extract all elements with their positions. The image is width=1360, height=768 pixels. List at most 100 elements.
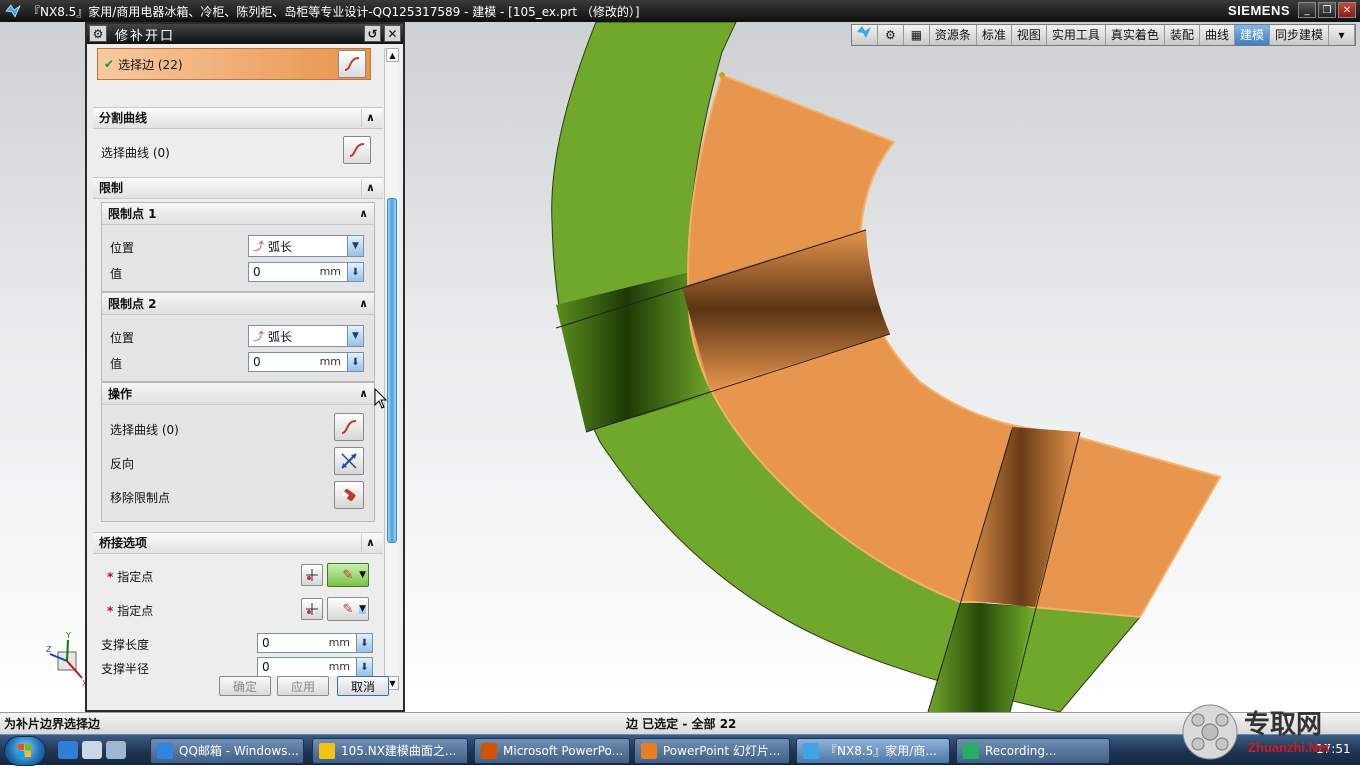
grid-icon[interactable]: ▦: [904, 25, 930, 45]
settings-gear-icon[interactable]: ⚙: [878, 25, 904, 45]
inferred-point-icon: ✎: [342, 567, 354, 583]
watermark-text: 专取网: [1244, 710, 1323, 740]
operation-title: 操作: [108, 387, 133, 401]
tab-modeling[interactable]: 建模: [1234, 25, 1270, 45]
split-select-curve-icon[interactable]: [343, 136, 371, 164]
tab-true-shading[interactable]: 真实着色: [1106, 25, 1165, 45]
restore-button[interactable]: ❐: [1318, 2, 1336, 18]
taskbar-item-nx[interactable]: 『NX8.5』家用/商...: [796, 738, 950, 764]
nx-logo-icon[interactable]: [852, 25, 878, 45]
dropdown-arrow-icon[interactable]: ▼: [359, 604, 366, 614]
show-desktop-icon[interactable]: [82, 741, 102, 759]
limit2-value-input[interactable]: 0 mm ⬇: [248, 352, 364, 372]
taskbar-item-recording[interactable]: Recording...: [956, 738, 1110, 764]
inferred-point-1-select[interactable]: ✎ ▼: [327, 563, 369, 587]
section-bridge-options[interactable]: 桥接选项 ∧: [93, 532, 383, 554]
split-select-curve-label: 选择曲线 (0): [101, 146, 170, 160]
collapse-chevron-icon[interactable]: ∧: [359, 293, 368, 315]
collapse-chevron-icon[interactable]: ∧: [361, 109, 379, 127]
support-radius-value: 0: [262, 660, 270, 674]
tab-curve[interactable]: 曲线: [1200, 25, 1235, 45]
taskbar-item-label: 105.NX建模曲面之...: [341, 744, 457, 758]
tab-view[interactable]: 视图: [1012, 25, 1047, 45]
svg-text:Y: Y: [65, 631, 71, 640]
specify-point-2-label: * 指定点: [107, 602, 153, 619]
collapse-chevron-icon[interactable]: ∧: [359, 383, 368, 405]
support-radius-input[interactable]: 0 mm ⬇: [257, 657, 373, 676]
value-menu-arrow-icon[interactable]: ⬇: [356, 658, 372, 676]
folder-icon: [319, 743, 335, 759]
operation-header[interactable]: 操作 ∧: [102, 383, 374, 405]
tab-synchronous-modeling[interactable]: 同步建模: [1270, 25, 1329, 45]
select-edge-row[interactable]: ✔ 选择边 (22): [97, 48, 371, 80]
limit-point-2-group: 限制点 2 ∧ 位置 ⤴ 弧长 ▼ 值 0 mm ⬇: [101, 292, 375, 382]
minimize-button[interactable]: _: [1298, 2, 1316, 18]
dropdown-arrow-icon[interactable]: ▼: [347, 236, 363, 256]
required-star-icon: *: [107, 570, 114, 584]
watermark-url: Zhuanzhi.Net: [1248, 740, 1330, 755]
value-menu-arrow-icon[interactable]: ⬇: [347, 353, 363, 371]
windows-taskbar: QQ邮箱 - Windows... 105.NX建模曲面之... Microso…: [0, 734, 1360, 766]
limit1-position-label: 位置: [110, 241, 135, 255]
close-window-button[interactable]: ✕: [1338, 2, 1356, 18]
limit-point-1-header[interactable]: 限制点 1 ∧: [102, 203, 374, 225]
support-length-label: 支撑长度: [101, 638, 150, 652]
limit-point-2-header[interactable]: 限制点 2 ∧: [102, 293, 374, 315]
taskbar-item-slideshow[interactable]: PowerPoint 幻灯片...: [634, 738, 790, 764]
taskbar-item-powerpoint[interactable]: Microsoft PowerPo...: [474, 738, 630, 764]
section-limits[interactable]: 限制 ∧: [93, 177, 383, 199]
taskbar-item-qqmail[interactable]: QQ邮箱 - Windows...: [150, 738, 304, 764]
support-length-input[interactable]: 0 mm ⬇: [257, 633, 373, 653]
reverse-direction-icon[interactable]: [334, 447, 364, 475]
scroll-thumb[interactable]: [387, 198, 397, 543]
dropdown-arrow-icon[interactable]: ▼: [359, 570, 366, 580]
tab-resource-bar[interactable]: 资源条: [930, 25, 977, 45]
patch-opening-dialog: ⚙ 修补开口 ↺ ✕ ✔ 选择边 (22) 分割曲线 ∧ 选择曲线 (0) 限制…: [85, 22, 405, 712]
recording-icon: [963, 743, 979, 759]
taskbar-item-label: QQ邮箱 - Windows...: [179, 744, 299, 758]
nx-app-icon[interactable]: [4, 2, 22, 20]
ribbon-overflow-icon[interactable]: ▾: [1329, 25, 1355, 45]
scroll-up-icon[interactable]: ▲: [386, 48, 399, 62]
section-split-curve[interactable]: 分割曲线 ∧: [93, 107, 383, 129]
limit2-unit: mm: [319, 355, 341, 368]
limit1-position-select[interactable]: ⤴ 弧长 ▼: [248, 235, 364, 257]
remove-limit-eraser-icon[interactable]: [334, 481, 364, 509]
dialog-gear-icon[interactable]: ⚙: [89, 25, 107, 42]
title-bar: 『NX8.5』家用/商用电器冰箱、冷柜、陈列柜、岛柜等专业设计-QQ125317…: [0, 0, 1360, 22]
limit2-position-select[interactable]: ⤴ 弧长 ▼: [248, 325, 364, 347]
limit1-value-label: 值: [110, 267, 123, 281]
reset-icon[interactable]: ↺: [364, 25, 381, 42]
ie-icon[interactable]: [58, 741, 78, 759]
tab-standard[interactable]: 标准: [977, 25, 1012, 45]
dialog-title-bar[interactable]: ⚙ 修补开口 ↺ ✕: [87, 24, 403, 44]
dialog-close-icon[interactable]: ✕: [384, 25, 401, 42]
apply-button[interactable]: 应用: [277, 676, 329, 696]
limit1-value-input[interactable]: 0 mm ⬇: [248, 262, 364, 282]
collapse-chevron-icon[interactable]: ∧: [359, 203, 368, 225]
value-menu-arrow-icon[interactable]: ⬇: [347, 263, 363, 281]
ok-button[interactable]: 确定: [219, 676, 271, 696]
taskbar-item-folder[interactable]: 105.NX建模曲面之...: [312, 738, 468, 764]
support-length-unit: mm: [328, 636, 350, 649]
point-dialog-icon[interactable]: [301, 564, 323, 586]
split-curve-header: 分割曲线: [99, 111, 148, 125]
inferred-point-2-select[interactable]: ✎ ▼: [327, 597, 369, 621]
mouse-cursor-icon: [374, 388, 388, 409]
watermark: 专取网 Zhuanzhi.Net: [1178, 700, 1360, 765]
select-edge-curve-icon[interactable]: [338, 50, 366, 78]
qqmail-icon: [157, 743, 173, 759]
collapse-chevron-icon[interactable]: ∧: [361, 179, 379, 197]
point-dialog-icon[interactable]: [301, 598, 323, 620]
tab-assembly[interactable]: 装配: [1165, 25, 1200, 45]
dropdown-arrow-icon[interactable]: ▼: [347, 326, 363, 346]
start-button[interactable]: [4, 736, 46, 766]
value-menu-arrow-icon[interactable]: ⬇: [356, 634, 372, 652]
collapse-chevron-icon[interactable]: ∧: [361, 534, 379, 552]
powerpoint-icon: [481, 743, 497, 759]
dialog-scrollbar[interactable]: ▲ ▼: [384, 48, 399, 690]
operation-select-curve-icon[interactable]: [334, 413, 364, 441]
cancel-button[interactable]: 取消: [337, 676, 389, 696]
tab-utilities[interactable]: 实用工具: [1047, 25, 1106, 45]
explorer-icon[interactable]: [106, 741, 126, 759]
